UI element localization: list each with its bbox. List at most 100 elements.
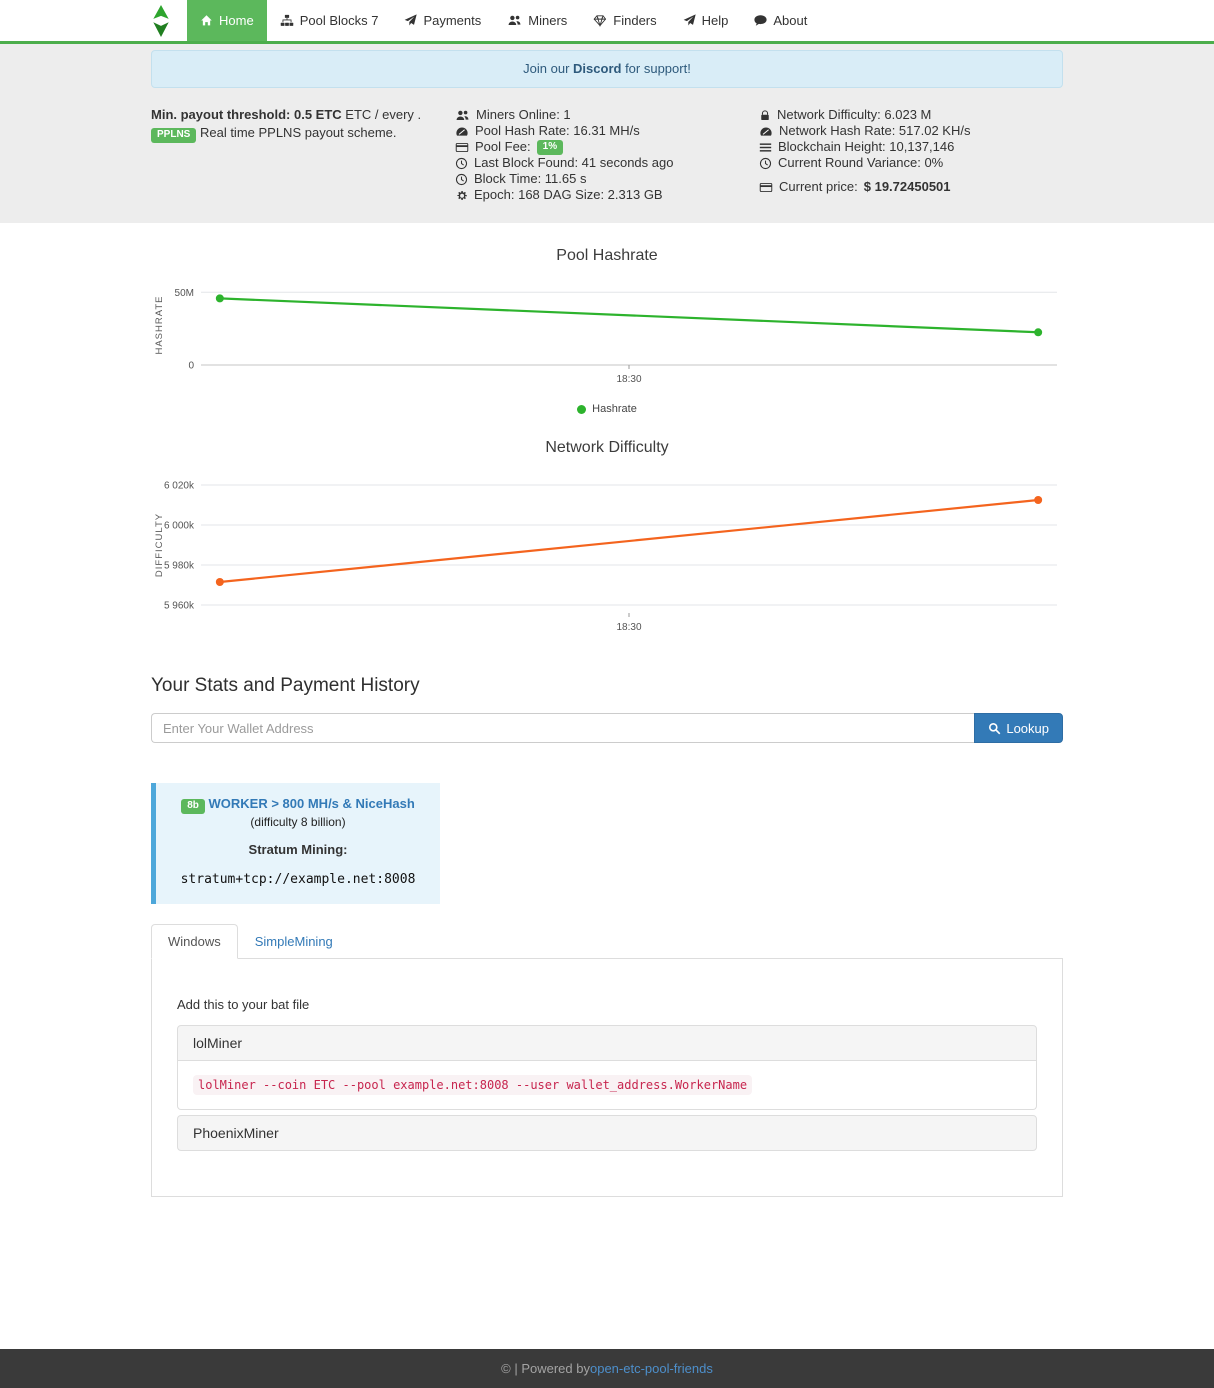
nav-item-pool-blocks-7[interactable]: Pool Blocks 7 <box>267 0 392 41</box>
svg-text:5 960k: 5 960k <box>164 601 195 612</box>
pool-hashrate-chart: Pool Hashrate 050M18:30HASHRATE Hashrate <box>151 247 1063 415</box>
stratum-label: Stratum Mining: <box>164 842 432 857</box>
worker-info-box: 8b WORKER > 800 MH/s & NiceHash (difficu… <box>151 783 440 904</box>
payout-scheme: PPLNS Real time PPLNS payout scheme. <box>151 125 455 143</box>
stat-text: Current price: <box>779 179 858 195</box>
miners-icon <box>455 109 470 122</box>
miner-section-lolminer: lolMiner lolMiner --coin ETC --pool examp… <box>177 1025 1037 1110</box>
svg-text:6 000k: 6 000k <box>164 521 195 532</box>
tachometer-icon <box>759 125 773 138</box>
credit-card-icon <box>759 181 773 194</box>
miner-os-tabs: WindowsSimpleMining <box>151 924 1063 959</box>
wallet-address-input[interactable] <box>151 713 974 743</box>
clock-icon <box>455 157 468 170</box>
stat-text: Network Hash Rate: 517.02 KH/s <box>779 123 970 139</box>
stat-row-pool-fee: Pool Fee: 1% <box>455 139 759 155</box>
payout-threshold: Min. payout threshold: 0.5 ETC ETC / eve… <box>151 107 455 123</box>
stat-text: Pool Hash Rate: 16.31 MH/s <box>475 123 640 139</box>
miners-icon <box>507 14 522 27</box>
footer-link[interactable]: open-etc-pool-friends <box>590 1361 713 1376</box>
network-stats: Network Difficulty: 6.023 MNetwork Hash … <box>759 107 1063 203</box>
stat-row-blockchain-height-10-137-146: Blockchain Height: 10,137,146 <box>759 139 1063 155</box>
nav-item-help[interactable]: Help <box>670 0 742 41</box>
nav-item-miners[interactable]: Miners <box>494 0 580 41</box>
miner-section-phoenixminer: PhoenixMiner <box>177 1115 1037 1151</box>
accordion-header-phoenixminer[interactable]: PhoenixMiner <box>177 1115 1037 1151</box>
svg-text:DIFFICULTY: DIFFICULTY <box>154 513 165 577</box>
lookup-button[interactable]: Lookup <box>974 713 1063 743</box>
search-icon <box>988 722 1001 735</box>
stat-value: $ 19.72450501 <box>864 179 951 195</box>
nav-menu: Home Pool Blocks 7 PaymentsMiners Finders He… <box>187 0 820 41</box>
stat-row-current-round-variance-0: Current Round Variance: 0% <box>759 155 1063 171</box>
stat-badge: 1% <box>537 140 563 155</box>
sitemap-icon <box>280 14 294 27</box>
stat-text: Network Difficulty: 6.023 M <box>777 107 931 123</box>
nav-item-about[interactable]: About <box>741 0 820 41</box>
svg-text:50M: 50M <box>175 288 194 299</box>
gem-icon <box>593 14 607 27</box>
paper-plane-icon <box>404 14 417 27</box>
nav-item-label: Finders <box>613 13 656 28</box>
network-difficulty-chart: Network Difficulty 5 960k 5 980k 6 000k 6 0… <box>151 439 1063 639</box>
lookup-button-label: Lookup <box>1006 721 1049 736</box>
stat-text: Epoch: 168 DAG Size: 2.313 GB <box>474 187 663 203</box>
lock-icon <box>759 109 771 122</box>
miner-setup-panel: Add this to your bat file lolMinerlolMin… <box>151 959 1063 1197</box>
payout-info: Min. payout threshold: 0.5 ETC ETC / eve… <box>151 107 455 203</box>
home-icon <box>200 14 213 27</box>
difficulty-badge: 8b <box>181 799 205 814</box>
nav-item-home[interactable]: Home <box>187 0 267 41</box>
footer-text: © | Powered by <box>501 1361 590 1376</box>
main-content: Pool Hashrate 050M18:30HASHRATE Hashrate… <box>0 247 1214 1349</box>
payout-threshold-bold: Min. payout threshold: 0.5 ETC <box>151 107 342 122</box>
worker-subtitle: (difficulty 8 billion) <box>164 815 432 829</box>
nav-item-label: Help <box>702 13 729 28</box>
banner-text-suffix: for support! <box>621 61 690 76</box>
tab-windows[interactable]: Windows <box>151 924 238 959</box>
stat-row-network-difficulty-6-023-m: Network Difficulty: 6.023 M <box>759 107 1063 123</box>
accordion-header-lolminer[interactable]: lolMiner <box>177 1025 1037 1061</box>
stats-heading: Your Stats and Payment History <box>151 675 1063 697</box>
svg-text:18:30: 18:30 <box>616 374 641 385</box>
stat-row-epoch-168-dag-size-2-313-gb: Epoch: 168 DAG Size: 2.313 GB <box>455 187 759 203</box>
stat-row-network-hash-rate-517-02-kh-s: Network Hash Rate: 517.02 KH/s <box>759 123 1063 139</box>
stats-band: Join our Discord for support! Min. payou… <box>0 44 1214 223</box>
tachometer-icon <box>455 125 469 138</box>
etc-logo[interactable] <box>151 0 187 41</box>
miner-command-body: lolMiner --coin ETC --pool example.net:8… <box>177 1061 1037 1110</box>
navbar: Home Pool Blocks 7 PaymentsMiners Finders He… <box>0 0 1214 44</box>
miner-command-code[interactable]: lolMiner --coin ETC --pool example.net:8… <box>193 1075 752 1095</box>
stat-row-pool-hash-rate-16-31-mh-s: Pool Hash Rate: 16.31 MH/s <box>455 123 759 139</box>
cogs-icon <box>455 189 468 202</box>
bars-icon <box>759 141 772 154</box>
stat-row-block-time-11-65-s: Block Time: 11.65 s <box>455 171 759 187</box>
nav-item-finders[interactable]: Finders <box>580 0 669 41</box>
paper-plane-icon <box>683 14 696 27</box>
miner-accordion: lolMiner lolMiner --coin ETC --pool examp… <box>177 1025 1037 1151</box>
stat-text: Current Round Variance: 0% <box>778 155 943 171</box>
stat-text: Blockchain Height: 10,137,146 <box>778 139 954 155</box>
footer: © | Powered by open-etc-pool-friends <box>0 1349 1214 1388</box>
stat-text: Pool Fee: <box>475 139 531 155</box>
stat-row-current-price: Current price: $ 19.72450501 <box>759 179 1063 195</box>
nav-item-label: Pool Blocks 7 <box>300 13 379 28</box>
stat-text: Last Block Found: 41 seconds ago <box>474 155 673 171</box>
svg-text:6 020k: 6 020k <box>164 481 195 492</box>
svg-text:5 980k: 5 980k <box>164 561 195 572</box>
svg-text:HASHRATE: HASHRATE <box>154 295 165 354</box>
network-difficulty-chart-svg: 5 960k 5 980k 6 000k 6 020k 18:30 DIFFICULTY <box>151 465 1063 639</box>
pplns-badge: PPLNS <box>151 128 196 143</box>
nav-item-label: Home <box>219 13 254 28</box>
chart-title: Pool Hashrate <box>151 247 1063 265</box>
nav-item-payments[interactable]: Payments <box>391 0 494 41</box>
svg-text:18:30: 18:30 <box>616 622 641 633</box>
discord-link[interactable]: Discord <box>573 61 621 76</box>
chart-title: Network Difficulty <box>151 439 1063 457</box>
stat-text: Miners Online: 1 <box>476 107 571 123</box>
nav-item-label: About <box>773 13 807 28</box>
payout-scheme-text: Real time PPLNS payout scheme. <box>200 125 397 140</box>
clock-icon <box>455 173 468 186</box>
tab-simplemining[interactable]: SimpleMining <box>238 924 350 959</box>
pool-stats: Miners Online: 1Pool Hash Rate: 16.31 MH… <box>455 107 759 203</box>
